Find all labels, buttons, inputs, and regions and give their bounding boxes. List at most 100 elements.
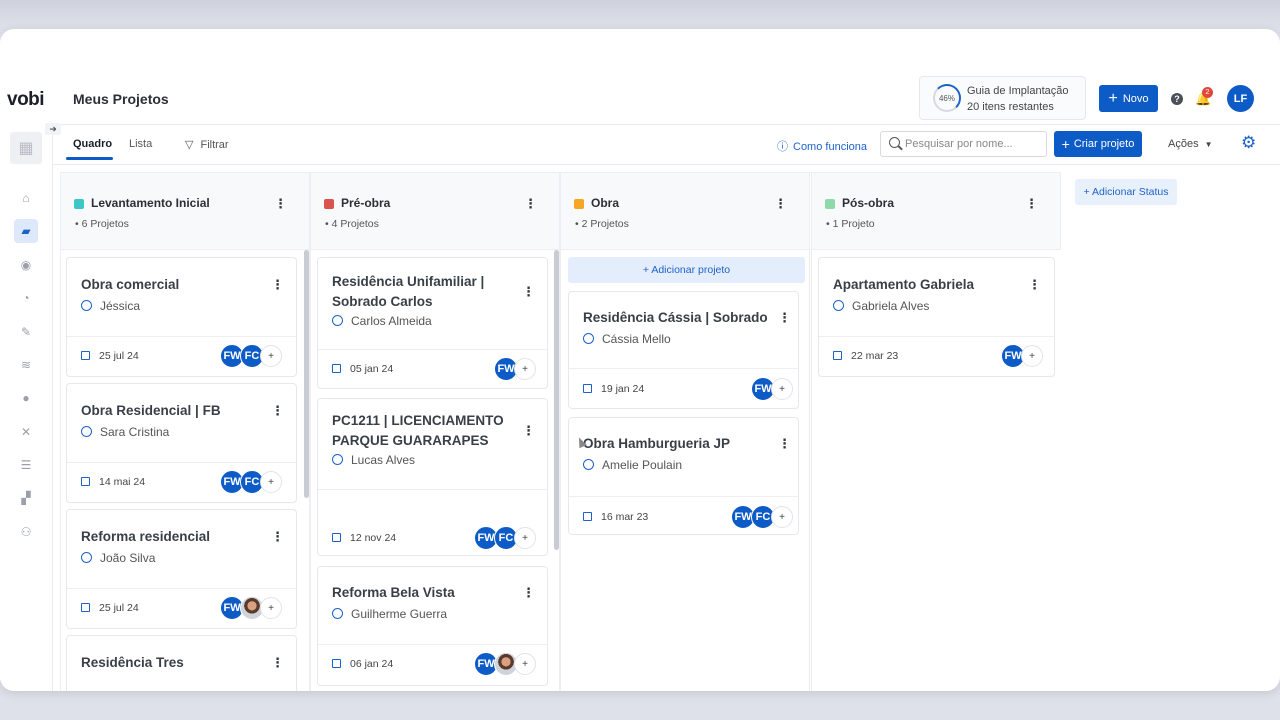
database-icon[interactable]: ≋ — [14, 353, 38, 377]
avatar-group[interactable]: FW FC + — [220, 470, 282, 494]
kebab-icon[interactable]: ⋮ — [1025, 196, 1038, 212]
tools-icon[interactable]: ✕ — [14, 420, 38, 444]
add-member-button[interactable]: + — [771, 378, 793, 400]
kebab-icon[interactable]: ⋮ — [778, 310, 791, 326]
kebab-icon[interactable]: ⋮ — [522, 284, 535, 300]
project-card[interactable]: PC1211 | LICENCIAMENTO PARQUE GUARARAPES… — [317, 398, 548, 556]
owner-name: Carlos Almeida — [351, 314, 432, 328]
vobi-logo[interactable]: vobi — [7, 89, 45, 111]
add-member-button[interactable]: + — [514, 527, 536, 549]
project-card[interactable]: Apartamento Gabriela ⋮ Gabriela Alves 22… — [818, 257, 1055, 377]
user-avatar[interactable]: LF — [1227, 85, 1254, 112]
sidebar-toggle-icon[interactable]: ➜ — [45, 123, 61, 135]
kebab-icon[interactable]: ⋮ — [774, 196, 787, 212]
avatar-group[interactable]: FW FC + — [220, 344, 282, 368]
user-icon — [81, 552, 92, 563]
kebab-icon[interactable]: ⋮ — [271, 403, 284, 419]
project-card[interactable]: Reforma Bela Vista ⋮ Guilherme Guerra 06… — [317, 566, 548, 686]
new-button[interactable]: + Novo — [1099, 85, 1158, 112]
user-icon — [583, 459, 594, 470]
actions-dropdown[interactable]: Ações ▼ — [1168, 138, 1213, 150]
plus-icon: + — [1061, 136, 1070, 152]
scrollbar[interactable] — [554, 250, 559, 550]
avatar-group[interactable]: FW FC + — [474, 526, 536, 550]
calendar-icon — [332, 364, 341, 373]
card-owner: Gabriela Alves — [833, 299, 929, 313]
add-project-button[interactable]: + Adicionar projeto — [568, 257, 805, 283]
add-member-button[interactable]: + — [260, 471, 282, 493]
add-member-button[interactable]: + — [1021, 345, 1043, 367]
project-thumbnail[interactable]: ▦ — [10, 132, 42, 164]
help-icon[interactable]: ? — [1171, 93, 1183, 105]
project-card[interactable]: Residência Tres ⋮ — [66, 635, 297, 691]
home-icon[interactable]: ⌂ — [14, 186, 38, 210]
gauge-icon[interactable]: ◔ — [14, 286, 38, 310]
kebab-icon[interactable]: ⋮ — [522, 585, 535, 601]
team-icon[interactable]: ⚇ — [14, 520, 38, 544]
worker-icon[interactable]: ✎ — [14, 320, 38, 344]
kebab-icon[interactable]: ⋮ — [778, 436, 791, 452]
avatar-group[interactable]: FW + — [474, 652, 536, 676]
add-member-button[interactable]: + — [260, 597, 282, 619]
card-owner: Sara Cristina — [81, 425, 169, 439]
kebab-icon[interactable]: ⋮ — [524, 196, 537, 212]
add-member-button[interactable]: + — [514, 358, 536, 380]
owner-name: Sara Cristina — [100, 425, 170, 439]
owner-name: Cássia Mello — [602, 332, 671, 346]
add-member-button[interactable]: + — [771, 506, 793, 528]
owner-name: Jéssica — [100, 299, 141, 313]
avatar-group[interactable]: FW + — [494, 357, 536, 381]
column-header: Levantamento Inicial • 6 Projetos ⋮ — [60, 172, 310, 250]
divider — [569, 496, 798, 497]
calendar-icon — [81, 351, 90, 360]
avatar-group[interactable]: FW + — [751, 377, 793, 401]
card-owner: João Silva — [81, 551, 155, 565]
kebab-icon[interactable]: ⋮ — [271, 277, 284, 293]
project-card[interactable]: Residência Unifamiliar | Sobrado Carlos … — [317, 257, 548, 389]
project-card[interactable]: Residência Cássia | Sobrado ⋮ Cássia Mel… — [568, 291, 799, 409]
folder-icon[interactable]: ▰ — [14, 219, 38, 243]
gear-icon[interactable]: ⚙ — [1241, 134, 1256, 151]
card-owner: Cássia Mello — [583, 332, 671, 346]
grid-add-icon[interactable]: ▞ — [14, 486, 38, 510]
how-it-works-link[interactable]: ⓘ Como funciona — [777, 138, 867, 154]
create-project-button[interactable]: + Criar projeto — [1054, 131, 1142, 157]
date-text: 22 mar 23 — [851, 350, 899, 362]
handshake-icon[interactable]: ◉ — [14, 253, 38, 277]
kebab-icon[interactable]: ⋮ — [271, 529, 284, 545]
kebab-icon[interactable]: ⋮ — [271, 655, 284, 671]
tab-lista[interactable]: Lista — [129, 138, 152, 150]
avatar-group[interactable]: FW FC + — [731, 505, 793, 529]
avatar-group[interactable]: FW + — [1001, 344, 1043, 368]
project-card[interactable]: Obra Residencial | FB ⋮ Sara Cristina 14… — [66, 383, 297, 503]
money-icon[interactable]: ● — [14, 386, 38, 410]
divider — [819, 336, 1054, 337]
add-member-button[interactable]: + — [514, 653, 536, 675]
kebab-icon[interactable]: ⋮ — [1028, 277, 1041, 293]
owner-name: Gabriela Alves — [852, 299, 930, 313]
filter-button[interactable]: ▽ Filtrar — [185, 138, 229, 151]
divider — [318, 644, 547, 645]
progress-ring: 46% — [933, 84, 961, 112]
project-card[interactable]: Reforma residencial ⋮ João Silva 25 jul … — [66, 509, 297, 629]
kebab-icon[interactable]: ⋮ — [274, 196, 287, 212]
implementation-guide[interactable]: 46% Guia de Implantação 20 itens restant… — [919, 76, 1086, 120]
search-input[interactable]: Pesquisar por nome... — [880, 131, 1047, 157]
card-title: Reforma Bela Vista — [332, 585, 455, 600]
kebab-icon[interactable]: ⋮ — [522, 423, 535, 439]
list-icon[interactable]: ☰ — [14, 453, 38, 477]
column-header: Obra • 2 Projetos ⋮ — [560, 172, 810, 250]
plus-icon: + — [1108, 89, 1118, 107]
owner-name: João Silva — [100, 551, 156, 565]
user-icon — [81, 426, 92, 437]
scrollbar[interactable] — [304, 250, 309, 498]
card-date: 25 jul 24 — [81, 350, 139, 362]
card-owner: Amelie Poulain — [583, 458, 682, 472]
project-card[interactable]: Obra comercial ⋮ Jéssica 25 jul 24 FW FC… — [66, 257, 297, 377]
tab-quadro[interactable]: Quadro — [73, 138, 112, 150]
project-card[interactable]: Obra Hamburgueria JP ⋮ Amelie Poulain 16… — [568, 417, 799, 535]
card-title: Obra Hamburgueria JP — [583, 436, 731, 451]
add-member-button[interactable]: + — [260, 345, 282, 367]
avatar-group[interactable]: FW + — [220, 596, 282, 620]
add-status-button[interactable]: + Adicionar Status — [1075, 179, 1177, 205]
